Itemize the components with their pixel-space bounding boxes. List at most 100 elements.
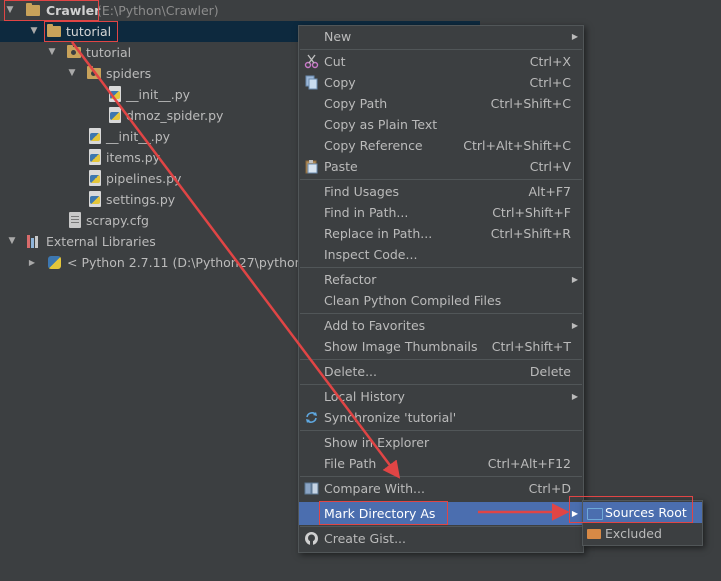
menu-item-label: Cut <box>324 54 346 69</box>
tree-item-label: dmoz_spider.py <box>126 108 224 123</box>
expand-arrow-icon[interactable]: ▼ <box>28 21 40 42</box>
github-icon <box>305 532 318 545</box>
menu-item-compare-with[interactable]: Compare With... Ctrl+D <box>299 478 583 499</box>
tree-item-label: __init__.py <box>106 129 171 144</box>
menu-item-create-gist[interactable]: Create Gist... <box>299 528 583 549</box>
menu-item-copy-plain[interactable]: Copy as Plain Text <box>299 114 583 135</box>
menu-separator <box>300 359 582 360</box>
python-file-icon <box>109 107 121 123</box>
submenu-arrow-icon: ▶ <box>571 392 578 401</box>
menu-item-new[interactable]: New ▶ <box>299 26 583 47</box>
sync-icon <box>306 412 317 423</box>
menu-item-copy[interactable]: Copy Ctrl+C <box>299 72 583 93</box>
menu-item-shortcut: Ctrl+Alt+F12 <box>487 456 571 471</box>
menu-item-shortcut: Ctrl+X <box>529 54 571 69</box>
menu-item-replace-in-path[interactable]: Replace in Path... Ctrl+Shift+R <box>299 223 583 244</box>
package-folder-icon <box>67 45 81 58</box>
menu-item-delete[interactable]: Delete... Delete <box>299 361 583 382</box>
submenu-item-label: Excluded <box>605 526 662 541</box>
project-path: (E:\Python\Crawler) <box>97 3 219 18</box>
menu-item-refactor[interactable]: Refactor ▶ <box>299 269 583 290</box>
python-file-icon <box>89 149 101 165</box>
tree-item-label: spiders <box>106 66 152 81</box>
menu-item-shortcut: Ctrl+Alt+Shift+C <box>463 138 571 153</box>
python-file-icon <box>89 128 101 144</box>
menu-item-label: Refactor <box>324 272 377 287</box>
menu-item-label: Inspect Code... <box>324 247 418 262</box>
menu-separator <box>300 384 582 385</box>
menu-item-find-usages[interactable]: Find Usages Alt+F7 <box>299 181 583 202</box>
paste-icon <box>305 160 318 174</box>
menu-separator <box>300 430 582 431</box>
menu-item-label: Local History <box>324 389 405 404</box>
menu-separator <box>300 179 582 180</box>
submenu-arrow-icon: ▶ <box>571 321 578 330</box>
menu-item-copy-path[interactable]: Copy Path Ctrl+Shift+C <box>299 93 583 114</box>
tree-row-python-sdk[interactable]: ▶ < Python 2.7.11 (D:\Python27\python.ex… <box>0 252 329 273</box>
menu-item-label: Add to Favorites <box>324 318 426 333</box>
excluded-folder-icon <box>587 529 601 539</box>
menu-item-local-history[interactable]: Local History ▶ <box>299 386 583 407</box>
submenu-item-excluded[interactable]: Excluded <box>583 523 702 544</box>
expand-arrow-icon[interactable]: ▼ <box>46 42 58 63</box>
menu-item-shortcut: Ctrl+D <box>528 481 571 496</box>
menu-item-add-favorites[interactable]: Add to Favorites ▶ <box>299 315 583 336</box>
menu-item-label: Delete... <box>324 364 377 379</box>
menu-item-find-in-path[interactable]: Find in Path... Ctrl+Shift+F <box>299 202 583 223</box>
tree-item-label: External Libraries <box>46 234 156 249</box>
scissors-icon <box>304 54 319 69</box>
tree-item-label: __init__.py <box>126 87 191 102</box>
tree-item-label: tutorial <box>86 45 132 60</box>
menu-separator <box>300 267 582 268</box>
submenu-arrow-icon: ▶ <box>571 32 578 41</box>
menu-item-label: Replace in Path... <box>324 226 433 241</box>
python-file-icon <box>109 86 121 102</box>
menu-item-label: Create Gist... <box>324 531 407 546</box>
tree-item-label: scrapy.cfg <box>86 213 149 228</box>
menu-item-image-thumbnails[interactable]: Show Image Thumbnails Ctrl+Shift+T <box>299 336 583 357</box>
menu-item-paste[interactable]: Paste Ctrl+V <box>299 156 583 177</box>
menu-item-label: Copy <box>324 75 356 90</box>
tree-item-label: items.py <box>106 150 161 165</box>
menu-item-label: Find in Path... <box>324 205 409 220</box>
menu-item-label: File Path <box>324 456 377 471</box>
context-menu: New ▶ Cut Ctrl+X Copy Ctrl+C Copy Path C… <box>298 25 584 553</box>
menu-item-label: Show in Explorer <box>324 435 430 450</box>
menu-item-label: Copy as Plain Text <box>324 117 438 132</box>
expand-arrow-icon[interactable]: ▼ <box>6 231 18 252</box>
menu-item-label: Synchronize 'tutorial' <box>324 410 457 425</box>
menu-separator <box>300 313 582 314</box>
menu-item-shortcut: Ctrl+V <box>529 159 571 174</box>
menu-item-label: Copy Path <box>324 96 388 111</box>
menu-item-synchronize[interactable]: Synchronize 'tutorial' <box>299 407 583 428</box>
menu-item-cut[interactable]: Cut Ctrl+X <box>299 51 583 72</box>
python-file-icon <box>89 191 101 207</box>
expand-arrow-icon[interactable]: ▶ <box>26 252 38 273</box>
menu-item-shortcut: Alt+F7 <box>528 184 571 199</box>
menu-item-file-path[interactable]: File Path Ctrl+Alt+F12 <box>299 453 583 474</box>
menu-item-shortcut: Ctrl+Shift+F <box>492 205 571 220</box>
menu-item-show-explorer[interactable]: Show in Explorer <box>299 432 583 453</box>
menu-item-label: Copy Reference <box>324 138 423 153</box>
menu-item-label: New <box>324 29 352 44</box>
menu-item-clean-compiled[interactable]: Clean Python Compiled Files <box>299 290 583 311</box>
python-sdk-icon <box>48 256 61 269</box>
mark-directory-submenu: Sources Root Excluded <box>569 496 703 546</box>
menu-item-inspect-code[interactable]: Inspect Code... <box>299 244 583 265</box>
menu-separator <box>300 476 582 477</box>
libraries-icon <box>27 235 41 248</box>
tree-item-label: pipelines.py <box>106 171 182 186</box>
menu-item-copy-reference[interactable]: Copy Reference Ctrl+Alt+Shift+C <box>299 135 583 156</box>
tree-item-label: settings.py <box>106 192 176 207</box>
package-folder-icon <box>87 66 101 79</box>
menu-item-label: Show Image Thumbnails <box>324 339 478 354</box>
compare-icon <box>304 482 319 495</box>
expand-arrow-icon[interactable]: ▼ <box>66 63 78 84</box>
menu-item-shortcut: Ctrl+Shift+T <box>491 339 571 354</box>
annotation-box-tutorial <box>44 21 118 42</box>
annotation-box-root <box>4 0 99 21</box>
tree-item-label: < Python 2.7.11 (D:\Python27\python.exe <box>67 255 329 270</box>
menu-separator <box>300 526 582 527</box>
menu-item-label: Clean Python Compiled Files <box>324 293 502 308</box>
menu-item-label: Compare With... <box>324 481 425 496</box>
